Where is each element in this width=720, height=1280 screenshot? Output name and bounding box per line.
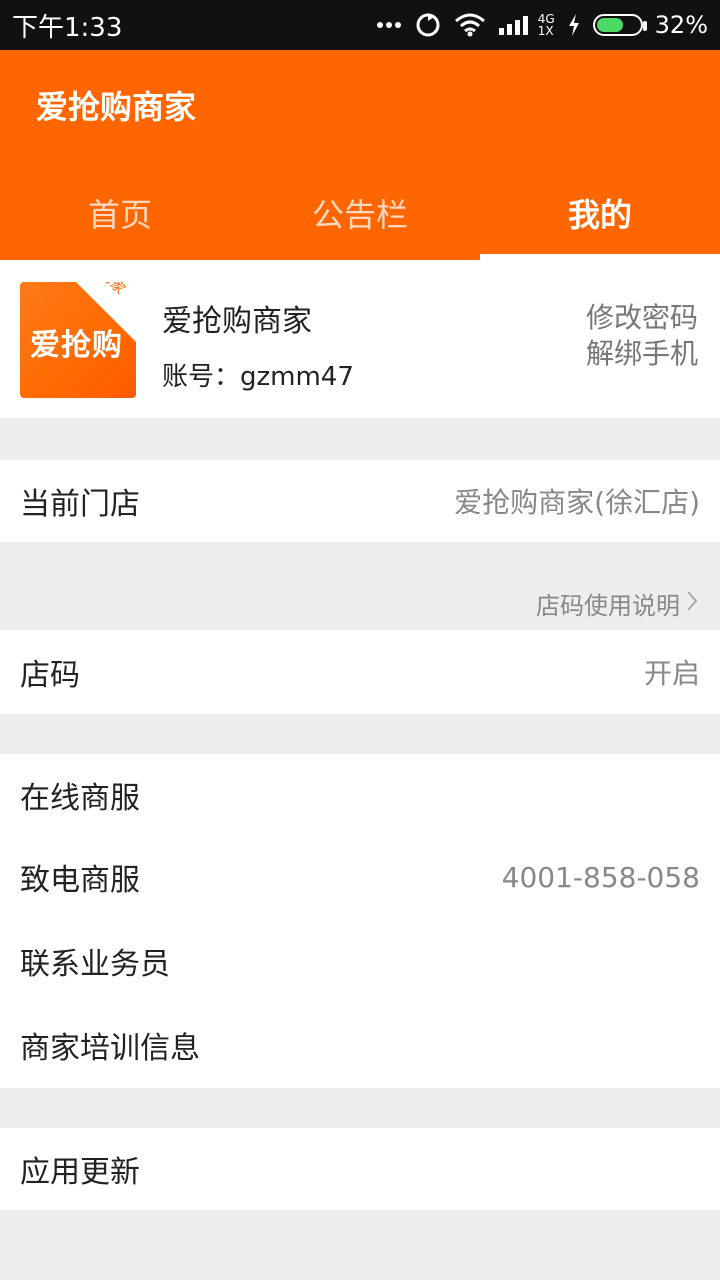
tab-bar: 首页 公告栏 我的 xyxy=(0,166,720,260)
current-store-label: 当前门店 xyxy=(20,487,140,522)
store-code-help-text: 店码使用说明 xyxy=(536,592,680,620)
change-password-link[interactable]: 修改密码 xyxy=(586,300,698,336)
tab-home[interactable]: 首页 xyxy=(0,166,240,260)
status-time: 下午1:33 xyxy=(12,12,123,43)
current-store-value: 爱抢购商家(徐汇店) xyxy=(454,486,700,519)
signal-1x: 1X xyxy=(537,24,554,38)
logo-text: 爱抢购 xyxy=(30,328,123,363)
contact-salesperson-item[interactable]: 联系业务员 xyxy=(0,920,720,1002)
profile-actions: 修改密码 解绑手机 xyxy=(586,300,698,372)
store-code-row[interactable]: 店码 开启 xyxy=(0,630,720,714)
tab-bulletin[interactable]: 公告栏 xyxy=(240,166,480,260)
store-code-value: 开启 xyxy=(643,657,700,690)
store-code-help-link[interactable]: 店码使用说明 xyxy=(536,586,698,621)
profile-card: 商家 爱抢购 爱抢购商家 账号：gzmm47 修改密码 解绑手机 xyxy=(0,260,720,418)
charging-bolt-icon xyxy=(567,14,581,36)
current-store-row[interactable]: 当前门店 爱抢购商家(徐汇店) xyxy=(0,460,720,542)
training-info-item[interactable]: 商家培训信息 xyxy=(0,1004,720,1086)
store-logo: 商家 爱抢购 xyxy=(20,282,136,398)
call-service-item[interactable]: 致电商服 4001-858-058 xyxy=(0,836,720,918)
unbind-phone-link[interactable]: 解绑手机 xyxy=(586,336,698,372)
more-dots-icon xyxy=(376,20,402,30)
battery-icon xyxy=(592,14,647,36)
app-update-label: 应用更新 xyxy=(20,1155,140,1190)
status-bar: 下午1:33 4G 1X 32% xyxy=(0,0,720,50)
merchant-name: 爱抢购商家 xyxy=(162,304,312,339)
online-service-item[interactable]: 在线商服 xyxy=(0,754,720,836)
store-code-label: 店码 xyxy=(20,658,80,693)
app-header: 爱抢购商家 首页 公告栏 我的 xyxy=(0,50,720,260)
signal-icon: 4G 1X xyxy=(498,13,555,37)
tab-mine[interactable]: 我的 xyxy=(480,166,720,260)
sync-icon xyxy=(414,11,442,39)
status-icons: 4G 1X 32% xyxy=(376,11,708,39)
wifi-icon xyxy=(454,13,486,37)
app-title: 爱抢购商家 xyxy=(36,88,197,126)
account-id: 账号：gzmm47 xyxy=(162,362,354,392)
battery-percent: 32% xyxy=(654,11,708,39)
chevron-right-icon xyxy=(686,590,698,618)
service-list: 在线商服 致电商服 4001-858-058 联系业务员 商家培训信息 xyxy=(0,754,720,1088)
app-update-row[interactable]: 应用更新 xyxy=(0,1128,720,1210)
